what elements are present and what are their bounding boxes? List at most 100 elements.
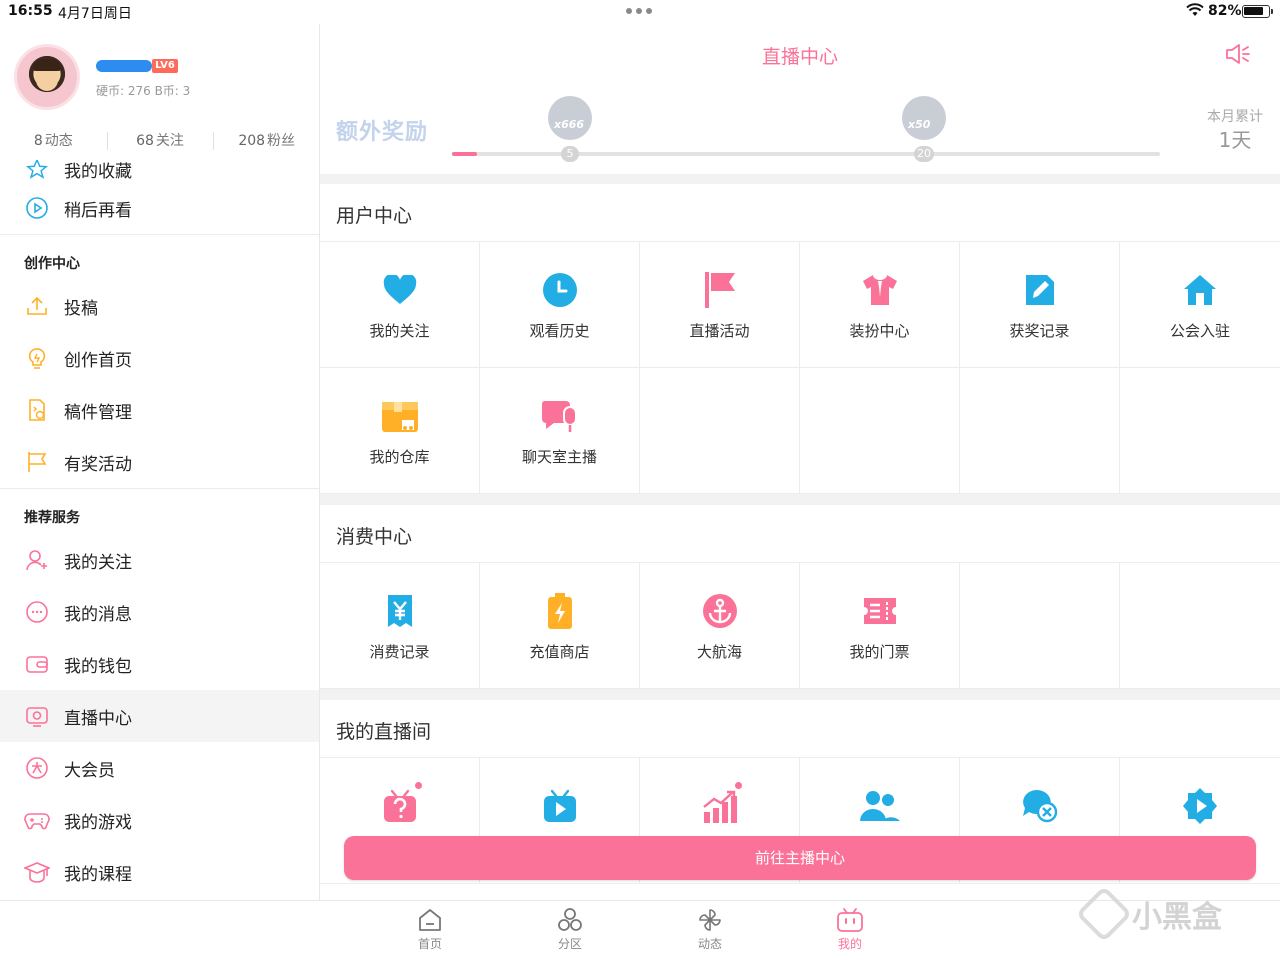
heart-icon bbox=[380, 270, 420, 310]
sidebar-item-creation-home[interactable]: 创作首页 bbox=[0, 332, 319, 384]
coin-balance: 硬币: 276 B币: 3 bbox=[96, 84, 191, 98]
tab-dynamics[interactable]: 动态 bbox=[670, 907, 750, 952]
stat-following[interactable]: 68 关注 bbox=[106, 130, 214, 154]
manuscript-icon bbox=[24, 397, 50, 423]
shirt-icon bbox=[860, 270, 900, 310]
speaker-icon[interactable] bbox=[1224, 42, 1252, 66]
sidebar: LV6 硬币: 276 B币: 3 8 动态 68 关注 208 粉丝 我的收藏 稍后… bbox=[0, 24, 320, 900]
milestone-value-2: 20 bbox=[914, 146, 934, 162]
avatar[interactable] bbox=[14, 44, 80, 110]
grid-item-great-voyage[interactable]: 大航海 bbox=[640, 563, 800, 689]
tab-mine[interactable]: 我的 bbox=[810, 907, 890, 952]
section-title-my-live-room: 我的直播间 bbox=[320, 700, 1280, 758]
sidebar-item-watch-later[interactable]: 稍后再看 bbox=[0, 182, 319, 234]
category-icon bbox=[558, 908, 582, 931]
profile-stats: 8 动态 68 关注 208 粉丝 bbox=[0, 130, 319, 154]
sidebar-item-messages[interactable]: 我的消息 bbox=[0, 586, 319, 638]
upload-icon bbox=[24, 293, 50, 319]
lightbulb-icon bbox=[24, 345, 50, 371]
milestone-badge-1[interactable]: x666 bbox=[548, 96, 592, 140]
status-time: 16:55 bbox=[8, 3, 53, 19]
monthly-total-label: 本月累计 bbox=[1207, 109, 1263, 125]
grid-item-watch-history[interactable]: 观看历史 bbox=[480, 242, 640, 368]
tab-category[interactable]: 分区 bbox=[530, 907, 610, 952]
multitask-dots-icon[interactable] bbox=[626, 8, 652, 14]
sidebar-item-favorites[interactable]: 我的收藏 bbox=[0, 160, 319, 182]
sidebar-item-following[interactable]: 我的关注 bbox=[0, 534, 319, 586]
wifi-icon bbox=[1186, 3, 1204, 16]
group-icon bbox=[859, 786, 900, 826]
home-icon bbox=[419, 909, 441, 931]
grid-item-guild-join[interactable]: 公会入驻 bbox=[1120, 242, 1280, 368]
reward-progress-fill bbox=[452, 152, 477, 156]
group-title-create: 创作中心 bbox=[0, 234, 319, 280]
grid-item-recharge-store[interactable]: 充值商店 bbox=[480, 563, 640, 689]
grid-item-empty bbox=[800, 368, 960, 494]
sidebar-item-upload[interactable]: 投稿 bbox=[0, 280, 319, 332]
level-badge: LV6 bbox=[152, 59, 178, 73]
battery-fill bbox=[1244, 7, 1263, 15]
yuan-icon bbox=[380, 591, 420, 631]
chart-up-icon bbox=[700, 782, 742, 826]
gamepad-icon bbox=[24, 807, 50, 833]
live-tv-icon bbox=[24, 703, 50, 729]
video-play-icon bbox=[1180, 786, 1220, 826]
ticket-icon bbox=[860, 591, 900, 631]
section-title-user-center: 用户中心 bbox=[320, 184, 1280, 242]
star-icon bbox=[24, 160, 50, 182]
sidebar-item-wallet[interactable]: 我的钱包 bbox=[0, 638, 319, 690]
sidebar-item-live-center[interactable]: 直播中心 bbox=[0, 690, 319, 742]
sidebar-menu: 我的收藏 稍后再看 创作中心 投稿 创作首页 稿件管理 有奖活动 推荐服务 我的… bbox=[0, 160, 319, 898]
play-tv-icon bbox=[540, 786, 580, 826]
message-icon bbox=[24, 599, 50, 625]
status-date: 4月7日周日 bbox=[58, 6, 132, 22]
section-title-consume-center: 消费中心 bbox=[320, 505, 1280, 563]
stat-fans[interactable]: 208 粉丝 bbox=[213, 130, 319, 154]
bili-tv-icon bbox=[837, 908, 863, 932]
grid-item-empty bbox=[960, 368, 1120, 494]
watermark-logo-icon bbox=[1075, 885, 1133, 943]
battery-percent: 82% bbox=[1208, 3, 1242, 19]
extra-reward-title: 额外奖励 bbox=[336, 120, 429, 145]
sidebar-item-games[interactable]: 我的游戏 bbox=[0, 794, 319, 846]
main-panel: 直播中心 额外奖励 x666 5 x50 20 本月累计 1天 用户中心 我的关… bbox=[320, 24, 1280, 900]
clock-icon bbox=[540, 270, 580, 310]
grid-item-following[interactable]: 我的关注 bbox=[320, 242, 480, 368]
group-title-recommend: 推荐服务 bbox=[0, 488, 319, 534]
sidebar-item-reward-events[interactable]: 有奖活动 bbox=[0, 436, 319, 488]
flag-icon bbox=[700, 270, 740, 310]
chat-mic-icon bbox=[540, 396, 580, 436]
page-title: 直播中心 bbox=[761, 46, 838, 68]
pinwheel-icon bbox=[699, 909, 721, 931]
grid-item-warehouse[interactable]: 我的仓库 bbox=[320, 368, 480, 494]
vip-icon bbox=[24, 755, 50, 781]
reward-progress-track bbox=[452, 152, 1160, 156]
grid-item-my-tickets[interactable]: 我的门票 bbox=[800, 563, 960, 689]
grid-item-dress-center[interactable]: 装扮中心 bbox=[800, 242, 960, 368]
grid-item-empty bbox=[640, 368, 800, 494]
grid-item-live-events[interactable]: 直播活动 bbox=[640, 242, 800, 368]
grid-item-empty bbox=[1120, 368, 1280, 494]
sidebar-item-courses[interactable]: 我的课程 bbox=[0, 846, 319, 898]
wallet-icon bbox=[24, 651, 50, 677]
sidebar-item-vip[interactable]: 大会员 bbox=[0, 742, 319, 794]
tab-home[interactable]: 首页 bbox=[390, 907, 470, 952]
user-plus-icon bbox=[24, 547, 50, 573]
chat-blocked-icon bbox=[1020, 786, 1060, 826]
graduation-cap-icon bbox=[24, 859, 50, 885]
grid-item-empty bbox=[960, 563, 1120, 689]
monthly-total-value: 1天 bbox=[1218, 128, 1252, 152]
go-to-host-center-button[interactable]: 前往主播中心 bbox=[344, 836, 1256, 880]
status-bar: 16:55 4月7日周日 82% bbox=[0, 0, 1280, 24]
grid-item-award-records[interactable]: 获奖记录 bbox=[960, 242, 1120, 368]
grid-item-empty bbox=[1120, 563, 1280, 689]
grid-item-chatroom-host[interactable]: 聊天室主播 bbox=[480, 368, 640, 494]
stat-dynamics[interactable]: 8 动态 bbox=[0, 130, 107, 154]
watch-later-icon bbox=[24, 195, 50, 221]
sidebar-item-manuscripts[interactable]: 稿件管理 bbox=[0, 384, 319, 436]
milestone-badge-2[interactable]: x50 bbox=[902, 96, 946, 140]
battery-charge-icon bbox=[540, 591, 580, 631]
username-redacted[interactable] bbox=[96, 60, 152, 72]
grid-item-consume-records[interactable]: 消费记录 bbox=[320, 563, 480, 689]
anchor-icon bbox=[700, 591, 740, 631]
